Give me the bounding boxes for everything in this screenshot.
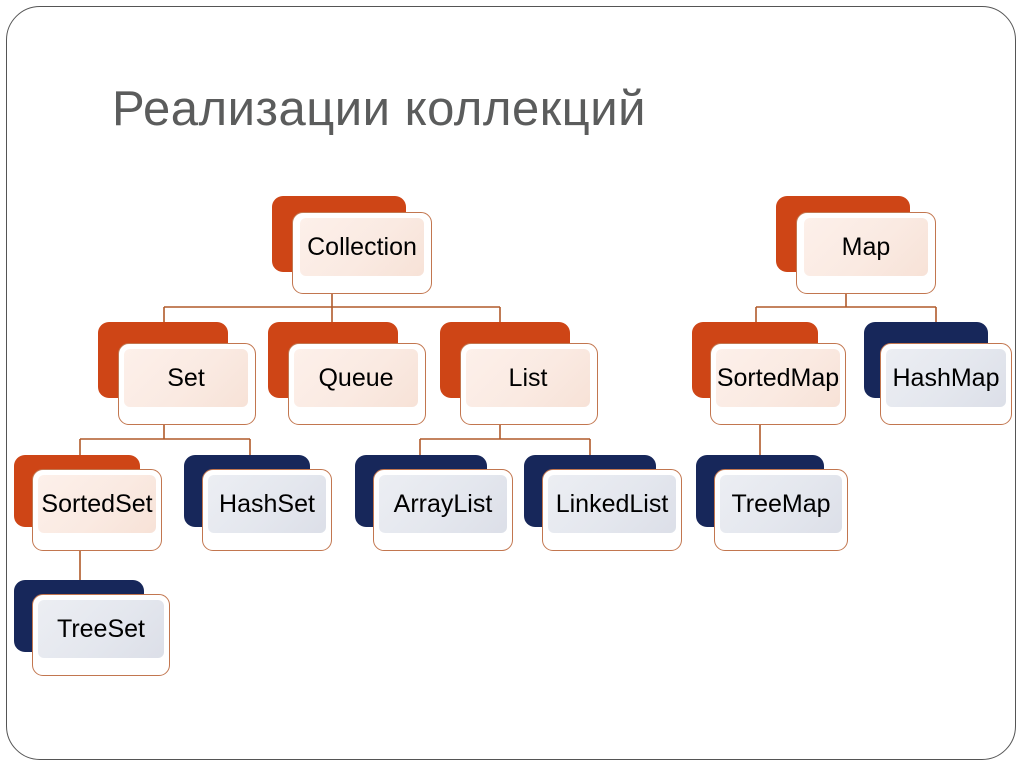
- node-label: SortedMap: [716, 349, 840, 407]
- node-label: TreeSet: [38, 600, 164, 658]
- node-collection[interactable]: Collection: [272, 196, 432, 294]
- node-sortedset[interactable]: SortedSet: [14, 455, 162, 551]
- node-hashmap[interactable]: HashMap: [864, 322, 1012, 425]
- node-label: Map: [804, 218, 928, 276]
- node-label: List: [466, 349, 590, 407]
- node-treeset[interactable]: TreeSet: [14, 580, 170, 676]
- node-label: HashMap: [886, 349, 1006, 407]
- node-label: SortedSet: [38, 475, 156, 533]
- node-sortedmap[interactable]: SortedMap: [692, 322, 846, 425]
- node-label: HashSet: [208, 475, 326, 533]
- node-label: ArrayList: [379, 475, 507, 533]
- node-arraylist[interactable]: ArrayList: [355, 455, 513, 551]
- node-label: Collection: [300, 218, 424, 276]
- slide-canvas: Реализации коллекций Collection Map Set …: [0, 0, 1024, 768]
- node-map[interactable]: Map: [776, 196, 936, 294]
- node-hashset[interactable]: HashSet: [184, 455, 332, 551]
- node-linkedlist[interactable]: LinkedList: [524, 455, 682, 551]
- node-label: Queue: [294, 349, 418, 407]
- node-label: LinkedList: [548, 475, 676, 533]
- node-label: Set: [124, 349, 248, 407]
- node-treemap[interactable]: TreeMap: [696, 455, 848, 551]
- node-queue[interactable]: Queue: [268, 322, 426, 425]
- node-set[interactable]: Set: [98, 322, 256, 425]
- node-list[interactable]: List: [440, 322, 598, 425]
- node-label: TreeMap: [720, 475, 842, 533]
